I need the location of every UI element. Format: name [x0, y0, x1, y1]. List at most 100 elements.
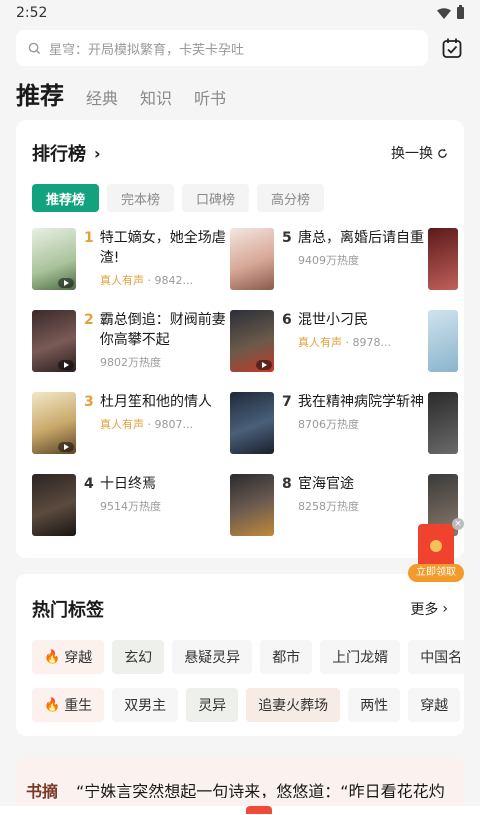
book-cover-peek[interactable] — [428, 310, 458, 372]
heat-value: · 9807... — [144, 418, 193, 431]
book-cover — [230, 474, 274, 536]
tag-chip[interactable]: 悬疑灵异 — [172, 640, 253, 674]
heat-value: 9514万热度 — [100, 500, 161, 513]
ranking-item-2[interactable]: 2 霸总倒追：财阀前妻你高攀不起 9802万热度 — [32, 310, 232, 376]
red-packet-button[interactable]: × 立即领取 — [408, 518, 464, 586]
ranking-title-link[interactable]: 排行榜 › — [32, 140, 101, 166]
ranking-item-1[interactable]: 1 特工嫡女，她全场虐渣! 真人有声 · 9842... — [32, 228, 232, 294]
book-title: 混世小刁民 — [298, 312, 368, 328]
rank-number: 2 — [84, 312, 94, 328]
top-tabs: 推荐 经典 知识 听书 — [0, 66, 480, 110]
tag-chip[interactable]: 中国名 — [408, 640, 464, 674]
rank-number: 5 — [282, 230, 292, 246]
tab-recommend[interactable]: 推荐 — [16, 76, 64, 111]
book-cover — [230, 392, 274, 454]
book-cover — [32, 310, 76, 372]
ranking-subtabs: 推荐榜 完本榜 口碑榜 高分榜 — [16, 166, 464, 212]
tag-chip[interactable]: 追妻火葬场 — [246, 688, 341, 722]
hot-tags-header: 热门标签 更多 › — [16, 574, 464, 622]
book-cover — [32, 474, 76, 536]
book-cover — [230, 310, 274, 372]
refresh-label: 换一换 — [391, 146, 433, 162]
tag-row: 🔥 重生 双男主 灵异 追妻火葬场 两性 穿越 — [16, 688, 464, 722]
tag-chip[interactable]: 🔥 重生 — [32, 688, 105, 722]
rank-number: 8 — [282, 476, 292, 492]
heat-value: · 9842... — [144, 274, 193, 287]
ranking-item-3[interactable]: 3 杜月笙和他的情人 真人有声 · 9807... — [32, 392, 232, 458]
wifi-icon — [437, 7, 451, 19]
status-icons — [437, 5, 464, 19]
rank-number: 6 — [282, 312, 292, 328]
excerpt-text: “宁姝言突然想起一句诗来，悠悠道：“昨日看花花灼 — [76, 782, 445, 798]
tab-knowledge[interactable]: 知识 — [140, 85, 172, 109]
more-tags-button[interactable]: 更多 › — [410, 599, 448, 619]
book-title: 特工嫡女，她全场虐渣! — [99, 230, 226, 266]
voice-badge: 真人有声 — [298, 336, 342, 349]
ranking-item-8[interactable]: 8 宦海官途 8258万热度 — [230, 474, 430, 540]
refresh-button[interactable]: 换一换 — [391, 143, 448, 163]
subtab-high-score[interactable]: 高分榜 — [257, 184, 325, 212]
voice-badge: 真人有声 — [100, 418, 144, 431]
search-row: 星穹：开局模拟繁育，卡芙卡孕吐 — [0, 26, 480, 66]
heat-value: 8706万热度 — [298, 418, 359, 431]
rank-number: 4 — [84, 476, 94, 492]
search-input[interactable]: 星穹：开局模拟繁育，卡芙卡孕吐 — [16, 30, 428, 66]
tag-chip[interactable]: 穿越 — [408, 688, 461, 722]
book-meta: 真人有声 · 8978... — [282, 334, 424, 350]
checkin-calendar-button[interactable] — [440, 36, 464, 60]
book-meta: 真人有声 · 9807... — [84, 416, 226, 432]
ranking-item-6[interactable]: 6 混世小刁民 真人有声 · 8978... — [230, 310, 430, 376]
ranking-item-5[interactable]: 5 唐总，离婚后请自重 9409万热度 — [230, 228, 430, 294]
battery-icon — [457, 5, 464, 19]
ranking-item-7[interactable]: 7 我在精神病院学斩神 8706万热度 — [230, 392, 430, 458]
audio-play-icon — [58, 442, 74, 452]
hot-tags-card: 热门标签 更多 › 🔥 穿越 玄幻 悬疑灵异 都市 上门龙婿 中国名 🔥 重生 双男… — [16, 574, 464, 736]
book-meta: 8706万热度 — [282, 416, 424, 432]
book-cover — [32, 228, 76, 290]
chevron-right-icon: › — [442, 601, 448, 617]
heat-value: 8258万热度 — [298, 500, 359, 513]
book-meta: 8258万热度 — [282, 498, 424, 514]
tag-chip[interactable]: 🔥 穿越 — [32, 640, 105, 674]
ranking-item-4[interactable]: 4 十日终焉 9514万热度 — [32, 474, 232, 540]
book-title: 我在精神病院学斩神 — [298, 394, 424, 410]
heat-value: 9802万热度 — [100, 356, 161, 369]
subtab-reputation[interactable]: 口碑榜 — [182, 184, 250, 212]
ranking-header: 排行榜 › 换一换 — [16, 120, 464, 166]
book-title: 霸总倒追：财阀前妻你高攀不起 — [99, 312, 226, 348]
tag-chip[interactable]: 都市 — [260, 640, 313, 674]
flame-icon: 🔥 — [44, 697, 61, 713]
ranking-title: 排行榜 — [32, 144, 86, 165]
close-icon[interactable]: × — [452, 518, 464, 530]
tag-row: 🔥 穿越 玄幻 悬疑灵异 都市 上门龙婿 中国名 — [16, 640, 464, 674]
tag-chip[interactable]: 玄幻 — [112, 640, 165, 674]
voice-badge: 真人有声 — [100, 274, 144, 287]
nav-badge — [246, 806, 272, 814]
book-cover-peek[interactable] — [428, 392, 458, 454]
search-placeholder: 星穹：开局模拟繁育，卡芙卡孕吐 — [49, 42, 245, 58]
subtab-completed[interactable]: 完本榜 — [107, 184, 175, 212]
tag-label: 穿越 — [64, 650, 93, 666]
book-cover — [32, 392, 76, 454]
rank-number: 1 — [84, 230, 94, 246]
tab-audiobook[interactable]: 听书 — [194, 85, 226, 109]
search-icon — [28, 42, 41, 54]
tag-chip[interactable]: 上门龙婿 — [320, 640, 401, 674]
tag-chip[interactable]: 两性 — [348, 688, 401, 722]
tab-classic[interactable]: 经典 — [86, 85, 118, 109]
excerpt-label: 书摘 — [26, 782, 59, 801]
red-packet-seal — [430, 540, 442, 552]
red-packet-label: 立即领取 — [408, 564, 464, 582]
book-title: 唐总，离婚后请自重 — [298, 230, 424, 246]
book-cover-peek[interactable] — [428, 228, 458, 290]
rank-number: 7 — [282, 394, 292, 410]
audio-play-icon — [58, 360, 74, 370]
subtab-recommend[interactable]: 推荐榜 — [32, 184, 100, 212]
book-meta: 9409万热度 — [282, 252, 424, 268]
tag-chip[interactable]: 灵异 — [186, 688, 239, 722]
status-time: 2:52 — [16, 5, 48, 21]
rank-number: 3 — [84, 394, 94, 410]
tag-chip[interactable]: 双男主 — [112, 688, 179, 722]
ranking-list: 1 特工嫡女，她全场虐渣! 真人有声 · 9842... 2 霸总倒追：财阀前妻你高… — [16, 212, 464, 542]
heat-value: · 8978... — [342, 336, 391, 349]
